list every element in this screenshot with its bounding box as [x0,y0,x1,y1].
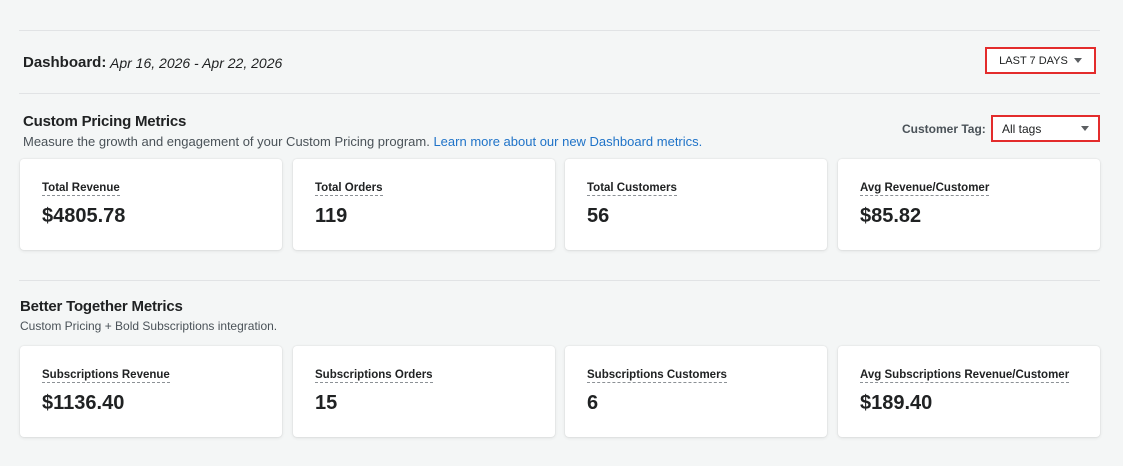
metric-value: 15 [315,392,338,414]
customer-tag-value: All tags [1002,121,1042,136]
metric-card-avg-subscriptions-revenue-customer: Avg Subscriptions Revenue/Customer $189.… [838,346,1100,437]
learn-more-link[interactable]: Learn more about our new Dashboard metri… [433,134,702,149]
metric-card-avg-revenue-customer: Avg Revenue/Customer $85.82 [838,159,1100,250]
metric-label[interactable]: Subscriptions Customers [587,369,727,383]
metric-label[interactable]: Avg Revenue/Customer [860,182,990,196]
better-together-title: Better Together Metrics [20,298,183,315]
metric-label[interactable]: Total Customers [587,182,677,196]
metric-card-total-revenue: Total Revenue $4805.78 [20,159,282,250]
custom-pricing-description-text: Measure the growth and engagement of you… [23,134,430,149]
metric-value: 119 [315,205,348,227]
metric-card-subscriptions-customers: Subscriptions Customers 6 [565,346,827,437]
metric-value: $4805.78 [42,205,126,227]
metric-card-total-orders: Total Orders 119 [293,159,555,250]
dashboard-date-range: Apr 16, 2026 - Apr 22, 2026 [110,55,283,71]
header-divider [19,93,1100,94]
metric-value: $189.40 [860,392,933,414]
metric-card-subscriptions-orders: Subscriptions Orders 15 [293,346,555,437]
metric-label[interactable]: Total Orders [315,182,383,196]
section-divider [19,280,1100,281]
metric-label[interactable]: Subscriptions Revenue [42,369,170,383]
caret-down-icon [1073,58,1082,63]
metric-value: 56 [587,205,610,227]
metric-card-subscriptions-revenue: Subscriptions Revenue $1136.40 [20,346,282,437]
custom-pricing-description: Measure the growth and engagement of you… [23,134,702,149]
better-together-description: Custom Pricing + Bold Subscriptions inte… [20,319,278,333]
customer-tag-select[interactable]: All tags [991,115,1100,142]
dashboard-title: Dashboard: [23,54,107,71]
metric-value: 6 [587,392,599,414]
metric-value: $1136.40 [42,392,125,414]
metric-value: $85.82 [860,205,922,227]
metric-label[interactable]: Total Revenue [42,182,120,196]
customer-tag-label: Customer Tag: [902,122,986,136]
period-selector-button[interactable]: LAST 7 DAYS [985,47,1096,74]
period-selector-label: LAST 7 DAYS [999,54,1068,67]
top-divider [19,30,1100,31]
metric-label[interactable]: Subscriptions Orders [315,369,433,383]
caret-down-icon [1081,126,1089,131]
metric-label[interactable]: Avg Subscriptions Revenue/Customer [860,369,1070,383]
custom-pricing-title: Custom Pricing Metrics [23,113,187,130]
metric-card-total-customers: Total Customers 56 [565,159,827,250]
